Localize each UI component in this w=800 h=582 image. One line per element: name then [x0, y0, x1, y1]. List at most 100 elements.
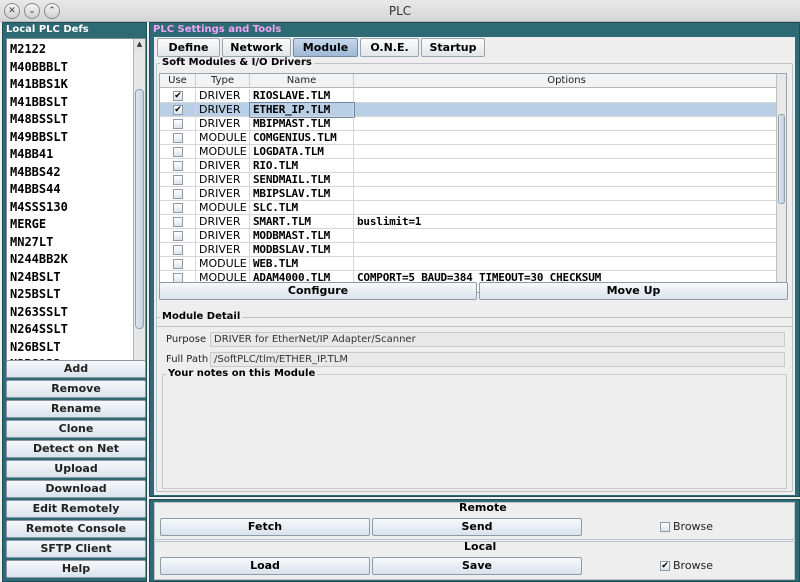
remote-browse-label[interactable]: Browse	[673, 521, 713, 533]
scroll-up-icon[interactable]: ▲	[134, 39, 145, 50]
plc-list-item[interactable]: N264SSLT	[7, 321, 133, 339]
options-cell[interactable]: buslimit=1	[354, 215, 780, 229]
use-checkbox[interactable]	[173, 245, 183, 255]
tab-define[interactable]: Define	[157, 38, 220, 57]
use-checkbox[interactable]	[173, 189, 183, 199]
tab-network[interactable]: Network	[222, 38, 291, 57]
local-browse-label[interactable]: Browse	[673, 560, 713, 572]
table-row[interactable]: DRIVER MBIPSLAV.TLM	[160, 187, 780, 201]
table-row[interactable]: DRIVER SMART.TLM buslimit=1	[160, 215, 780, 229]
options-cell[interactable]	[354, 89, 780, 103]
use-checkbox[interactable]	[173, 259, 183, 269]
purpose-field[interactable]: DRIVER for EtherNet/IP Adapter/Scanner	[210, 332, 785, 347]
plc-list-item[interactable]: MERGE	[7, 216, 133, 234]
use-checkbox[interactable]	[173, 133, 183, 143]
plc-list-item[interactable]: M49BBSLT	[7, 129, 133, 147]
plc-list-item[interactable]: N26BSLT	[7, 339, 133, 357]
fetch-button[interactable]: Fetch	[160, 518, 370, 536]
use-checkbox[interactable]	[173, 147, 183, 157]
move-up-button[interactable]: Move Up	[479, 282, 788, 300]
tab-startup[interactable]: Startup	[421, 38, 485, 57]
table-row[interactable]: DRIVER MODBMAST.TLM	[160, 229, 780, 243]
table-row[interactable]: DRIVER SENDMAIL.TLM	[160, 173, 780, 187]
rename-button[interactable]: Rename	[6, 400, 146, 418]
options-cell[interactable]	[354, 103, 780, 117]
plc-list-scrollbar[interactable]: ▲ ▼	[133, 39, 145, 377]
table-row[interactable]: DRIVER MODBSLAV.TLM	[160, 243, 780, 257]
clone-button[interactable]: Clone	[6, 420, 146, 438]
help-button[interactable]: Help	[6, 560, 146, 578]
options-cell[interactable]	[354, 117, 780, 131]
options-cell[interactable]	[354, 131, 780, 145]
tab-module[interactable]: Module	[293, 38, 358, 57]
add-button[interactable]: Add	[6, 360, 146, 378]
plc-list-item[interactable]: M4BBS42	[7, 164, 133, 182]
plc-list-item[interactable]: N263SSLT	[7, 304, 133, 322]
plc-list-item[interactable]: M2122	[7, 41, 133, 59]
table-scrollbar[interactable]	[776, 74, 786, 292]
tab-one[interactable]: O.N.E.	[360, 38, 419, 57]
plc-list-item[interactable]: M4BB41	[7, 146, 133, 164]
plc-list-item[interactable]: N244BB2K	[7, 251, 133, 269]
remove-button[interactable]: Remove	[6, 380, 146, 398]
edit-remotely-button[interactable]: Edit Remotely	[6, 500, 146, 518]
full-path-field[interactable]: /SoftPLC/tlm/ETHER_IP.TLM	[210, 352, 785, 367]
plc-list-item[interactable]: M4BBS44	[7, 181, 133, 199]
local-browse-checkbox[interactable]: ✔	[660, 561, 670, 571]
upload-button[interactable]: Upload	[6, 460, 146, 478]
table-scroll-thumb[interactable]	[778, 114, 785, 204]
col-name[interactable]: Name	[250, 74, 354, 88]
plc-list-item[interactable]: M41BBSLT	[7, 94, 133, 112]
configure-button[interactable]: Configure	[159, 282, 477, 300]
col-type[interactable]: Type	[196, 74, 250, 88]
use-checkbox[interactable]	[173, 231, 183, 241]
use-checkbox[interactable]	[173, 119, 183, 129]
send-button[interactable]: Send	[372, 518, 582, 536]
use-checkbox[interactable]: ✔	[173, 105, 183, 115]
sftp-client-button[interactable]: SFTP Client	[6, 540, 146, 558]
plc-list[interactable]: M2122 M40BBBLT M41BBS1K M41BBSLT M48BSSLT M49…	[6, 38, 146, 378]
use-checkbox[interactable]	[173, 175, 183, 185]
remote-browse-checkbox[interactable]	[660, 522, 670, 532]
use-cell	[160, 117, 196, 131]
scroll-thumb[interactable]	[135, 89, 144, 329]
table-row[interactable]: DRIVER MBIPMAST.TLM	[160, 117, 780, 131]
table-row[interactable]: DRIVER RIO.TLM	[160, 159, 780, 173]
table-row[interactable]: ✔ DRIVER RIOSLAVE.TLM	[160, 89, 780, 103]
col-use[interactable]: Use	[160, 74, 196, 88]
options-cell[interactable]	[354, 243, 780, 257]
use-checkbox[interactable]	[173, 203, 183, 213]
options-cell[interactable]	[354, 229, 780, 243]
plc-list-item[interactable]: M41BBS1K	[7, 76, 133, 94]
table-row[interactable]: MODULE LOGDATA.TLM	[160, 145, 780, 159]
plc-list-item[interactable]: N25BSLT	[7, 286, 133, 304]
use-cell	[160, 229, 196, 243]
remote-console-button[interactable]: Remote Console	[6, 520, 146, 538]
type-cell: DRIVER	[196, 173, 250, 187]
plc-list-item[interactable]: M4SSS130	[7, 199, 133, 217]
table-row[interactable]: MODULE COMGENIUS.TLM	[160, 131, 780, 145]
options-cell[interactable]	[354, 145, 780, 159]
options-cell[interactable]	[354, 173, 780, 187]
table-row[interactable]: MODULE SLC.TLM	[160, 201, 780, 215]
options-cell[interactable]	[354, 187, 780, 201]
download-button[interactable]: Download	[6, 480, 146, 498]
use-checkbox[interactable]: ✔	[173, 91, 183, 101]
plc-list-item[interactable]: N24BSLT	[7, 269, 133, 287]
options-cell[interactable]	[354, 201, 780, 215]
load-button[interactable]: Load	[160, 557, 370, 575]
options-cell[interactable]	[354, 257, 780, 271]
plc-list-item[interactable]: MN27LT	[7, 234, 133, 252]
detect-on-net-button[interactable]: Detect on Net	[6, 440, 146, 458]
plc-list-item[interactable]: M48BSSLT	[7, 111, 133, 129]
table-row[interactable]: ✔ DRIVER ETHER_IP.TLM	[160, 102, 780, 118]
use-cell	[160, 159, 196, 173]
notes-textarea[interactable]	[162, 374, 787, 489]
col-options[interactable]: Options	[354, 74, 780, 88]
use-checkbox[interactable]	[173, 217, 183, 227]
save-button[interactable]: Save	[372, 557, 582, 575]
plc-list-item[interactable]: M40BBBLT	[7, 59, 133, 77]
table-row[interactable]: MODULE WEB.TLM	[160, 257, 780, 271]
options-cell[interactable]	[354, 159, 780, 173]
use-checkbox[interactable]	[173, 161, 183, 171]
